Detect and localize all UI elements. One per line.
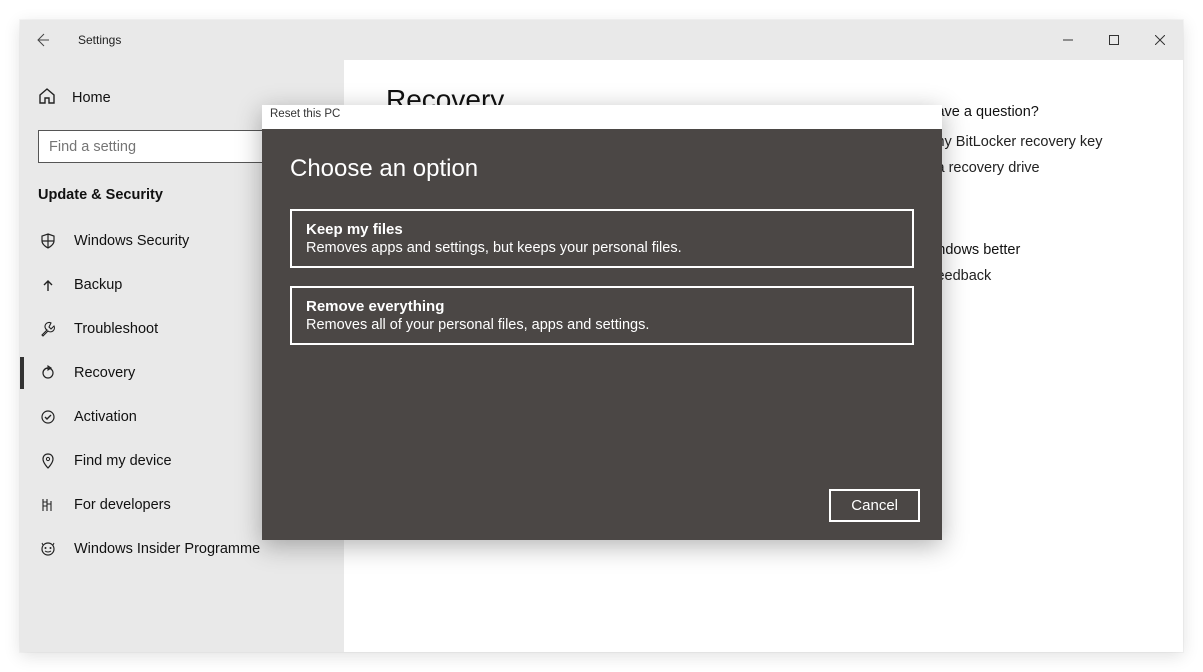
- developers-icon: [38, 497, 58, 513]
- maximize-button[interactable]: [1091, 20, 1137, 60]
- shield-icon: [38, 233, 58, 249]
- dialog-heading: Choose an option: [290, 155, 914, 183]
- sidebar-item-label: Windows Insider Programme: [74, 541, 260, 557]
- window-title: Settings: [78, 33, 121, 47]
- sidebar-item-label: Recovery: [74, 365, 135, 381]
- option-desc: Removes apps and settings, but keeps you…: [306, 240, 898, 256]
- wrench-icon: [38, 321, 58, 337]
- back-button[interactable]: [20, 20, 64, 60]
- sidebar-item-label: For developers: [74, 497, 171, 513]
- titlebar: Settings: [20, 20, 1183, 60]
- dialog-titlebar: Reset this PC: [262, 105, 942, 129]
- recovery-icon: [38, 365, 58, 381]
- insider-icon: [38, 541, 58, 557]
- sidebar-item-label: Windows Security: [74, 233, 189, 249]
- option-title: Keep my files: [306, 221, 898, 238]
- location-icon: [38, 453, 58, 469]
- dialog-body: Choose an option Keep my files Removes a…: [262, 129, 942, 540]
- close-button[interactable]: [1137, 20, 1183, 60]
- reset-pc-dialog: Reset this PC Choose an option Keep my f…: [262, 105, 942, 540]
- minimize-button[interactable]: [1045, 20, 1091, 60]
- sidebar-item-label: Troubleshoot: [74, 321, 158, 337]
- cancel-button[interactable]: Cancel: [829, 489, 920, 522]
- sidebar-item-label: Find my device: [74, 453, 172, 469]
- sidebar-item-label: Backup: [74, 277, 122, 293]
- backup-icon: [38, 277, 58, 293]
- sidebar-home-label: Home: [72, 90, 111, 106]
- home-icon: [38, 87, 56, 109]
- check-circle-icon: [38, 409, 58, 425]
- option-remove-everything[interactable]: Remove everything Removes all of your pe…: [290, 286, 914, 345]
- option-title: Remove everything: [306, 298, 898, 315]
- sidebar-item-label: Activation: [74, 409, 137, 425]
- option-desc: Removes all of your personal files, apps…: [306, 317, 898, 333]
- option-keep-files[interactable]: Keep my files Removes apps and settings,…: [290, 209, 914, 268]
